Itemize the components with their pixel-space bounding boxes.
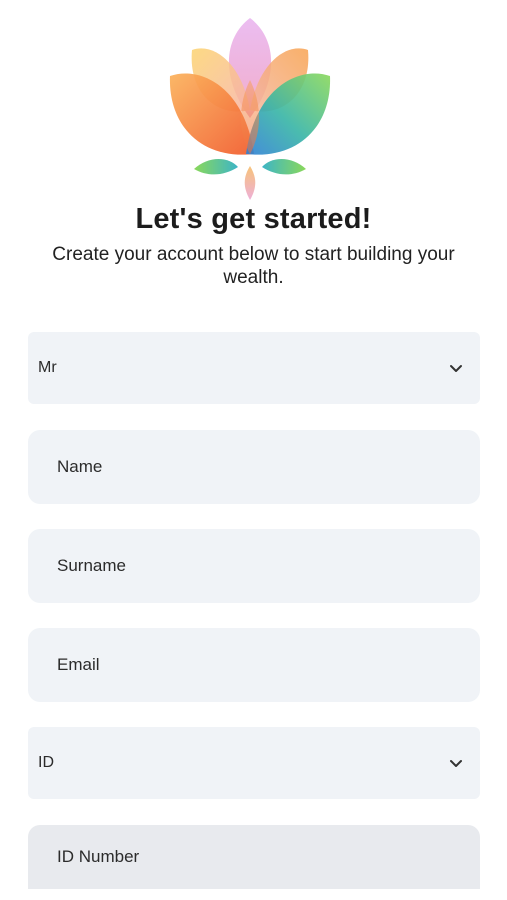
page-title: Let's get started! bbox=[135, 203, 372, 235]
email-input[interactable] bbox=[28, 628, 480, 702]
title-select[interactable]: Mr bbox=[28, 332, 480, 404]
id-number-input[interactable] bbox=[28, 825, 480, 889]
id-type-select-value: ID bbox=[38, 754, 54, 771]
title-select-value: Mr bbox=[38, 359, 57, 376]
email-field[interactable] bbox=[28, 628, 480, 702]
name-field[interactable] bbox=[28, 430, 480, 504]
chevron-down-icon bbox=[450, 365, 462, 372]
name-input[interactable] bbox=[28, 430, 480, 504]
surname-field[interactable] bbox=[28, 529, 480, 603]
page-subtitle: Create your account below to start build… bbox=[52, 244, 455, 288]
chevron-down-icon bbox=[450, 760, 462, 767]
id-type-select[interactable]: ID bbox=[28, 727, 480, 799]
id-number-field[interactable] bbox=[28, 825, 480, 889]
lotus-logo-icon bbox=[169, 18, 331, 200]
surname-input[interactable] bbox=[28, 529, 480, 603]
